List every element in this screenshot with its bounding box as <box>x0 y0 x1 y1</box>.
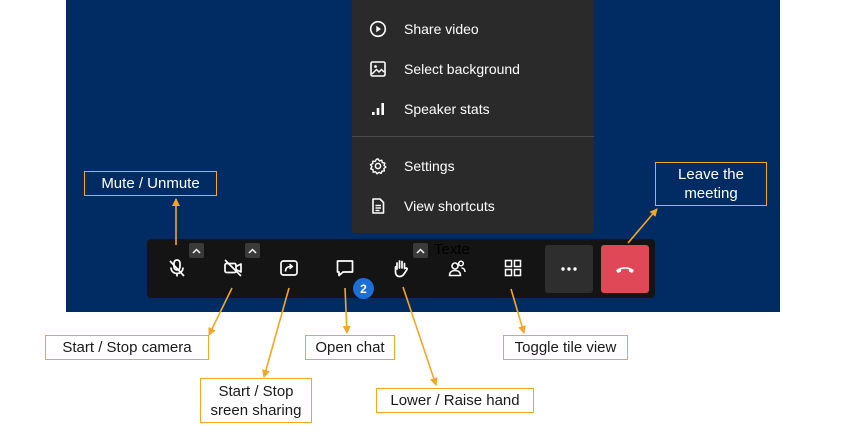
camera-button[interactable] <box>219 254 247 282</box>
callout-raise-hand: Lower / Raise hand <box>376 388 534 413</box>
chevron-up-icon <box>416 247 425 254</box>
tile-view-button[interactable] <box>499 254 527 282</box>
camera-off-icon <box>224 259 242 277</box>
menu-item-select-background[interactable]: Select background <box>352 51 594 87</box>
play-circle-icon <box>369 20 387 38</box>
callout-tile-text: Toggle tile view <box>514 339 617 356</box>
menu-divider <box>352 136 594 137</box>
hand-icon <box>394 260 408 278</box>
chat-icon <box>336 260 354 277</box>
chevron-up-icon <box>248 247 257 254</box>
screen-share-button[interactable] <box>275 254 303 282</box>
callout-camera-text: Start / Stop camera <box>62 339 192 356</box>
chat-unread-badge: 2 <box>353 278 374 299</box>
callout-screen-sharing: Start / Stop sreen sharing <box>200 378 312 423</box>
more-dots-icon <box>561 267 577 271</box>
callout-screen-line1: Start / Stop <box>218 382 294 400</box>
mute-button[interactable] <box>163 254 191 282</box>
callout-screen-line2: sreen sharing <box>210 401 302 419</box>
bar-chart-icon <box>372 103 384 115</box>
menu-item-speaker-stats[interactable]: Speaker stats <box>352 91 594 127</box>
callout-camera: Start / Stop camera <box>45 335 209 360</box>
menu-item-label: Speaker stats <box>404 101 490 117</box>
participants-icon <box>448 260 466 277</box>
callout-leave-line2: meeting <box>684 185 738 202</box>
document-icon <box>372 198 385 214</box>
more-actions-button[interactable] <box>545 245 593 293</box>
callout-leave-line1: Leave the <box>678 166 744 183</box>
screen-share-icon <box>280 260 298 276</box>
overflow-menu: Share video Select background Speaker st… <box>352 0 594 233</box>
reactions-caret[interactable] <box>413 243 428 258</box>
chat-button[interactable] <box>331 254 359 282</box>
callout-hand-text: Lower / Raise hand <box>390 392 520 409</box>
image-icon <box>370 61 386 77</box>
callout-leave-meeting: Leave the meeting <box>655 162 767 206</box>
menu-item-view-shortcuts[interactable]: View shortcuts <box>352 188 594 224</box>
raise-hand-button[interactable] <box>387 254 415 282</box>
microphone-off-icon <box>169 259 185 277</box>
menu-item-share-video[interactable]: Share video <box>352 11 594 47</box>
menu-item-label: View shortcuts <box>404 198 495 214</box>
audio-options-caret[interactable] <box>189 243 204 258</box>
participants-button[interactable] <box>443 254 471 282</box>
menu-item-label: Settings <box>404 158 455 174</box>
callout-mute: Mute / Unmute <box>84 171 217 196</box>
gear-icon <box>369 158 387 175</box>
callout-tile-view: Toggle tile view <box>503 335 628 360</box>
menu-item-label: Share video <box>404 21 479 37</box>
callout-chat-text: Open chat <box>315 339 385 356</box>
callout-mute-text: Mute / Unmute <box>101 175 200 192</box>
video-options-caret[interactable] <box>245 243 260 258</box>
chevron-up-icon <box>192 247 201 254</box>
menu-item-settings[interactable]: Settings <box>352 148 594 184</box>
grid-icon <box>504 259 522 277</box>
leave-meeting-button[interactable] <box>601 245 649 293</box>
hang-up-icon <box>616 267 634 273</box>
menu-item-label: Select background <box>404 61 520 77</box>
callout-open-chat: Open chat <box>305 335 395 360</box>
